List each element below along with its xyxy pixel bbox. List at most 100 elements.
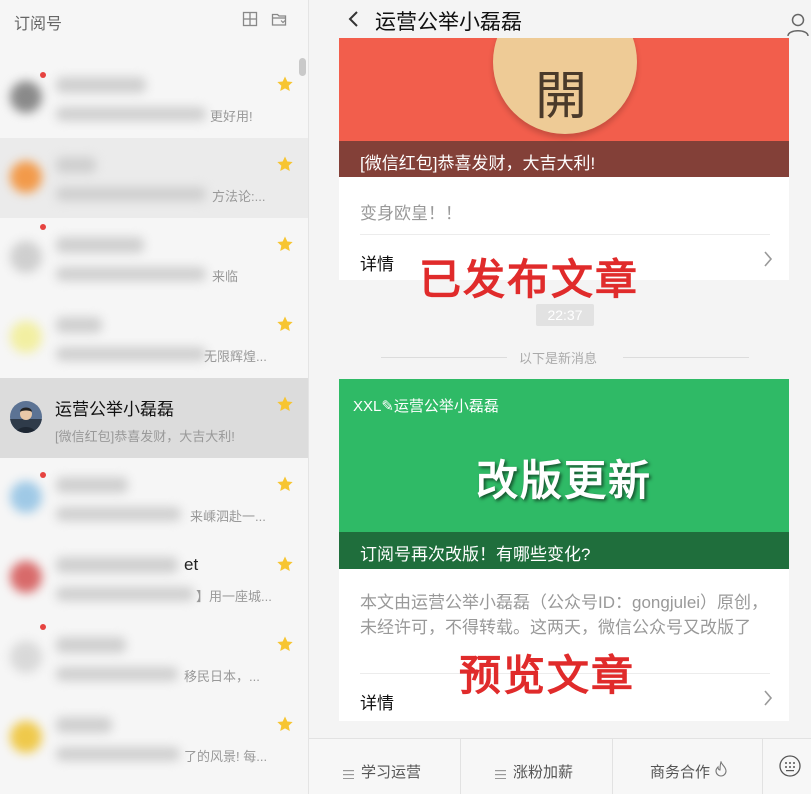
list-item[interactable]: 来临 (0, 218, 308, 298)
unread-dot (40, 72, 46, 78)
star-icon (276, 155, 294, 173)
list-item[interactable]: 方法论:... (0, 138, 308, 218)
unread-dot (40, 224, 46, 230)
blurred-name (56, 477, 128, 493)
divider-line (623, 357, 749, 358)
blurred-preview (56, 667, 178, 681)
chat-panel: 运营公举小磊磊 開 [微信红包]恭喜发财，大吉大利! 变身欧皇！！ 详情 已发布… (309, 0, 811, 794)
list-item[interactable]: 移民日本，... (0, 618, 308, 698)
menu-label: 涨粉加薪 (513, 764, 574, 781)
list-item[interactable]: 了的风景! 每... (0, 698, 308, 778)
list-item[interactable]: et 】用一座城... (0, 538, 308, 618)
menu-lines-icon (343, 766, 354, 780)
sidebar-title: 订阅号 (14, 16, 63, 33)
menu-separator (762, 739, 763, 794)
avatar (10, 481, 42, 513)
bottom-menu-bar: 学习运营 涨粉加薪 商务合作 (309, 738, 811, 794)
new-messages-divider: 以下是新消息 (381, 346, 749, 366)
item-preview: [微信红包]恭喜发财，大吉大利! (55, 429, 235, 444)
item-preview: 】用一座城... (196, 589, 272, 604)
avatar (10, 81, 42, 113)
avatar (10, 641, 42, 673)
blurred-name (56, 77, 146, 93)
blurred-preview (56, 107, 206, 121)
blurred-name (56, 637, 126, 653)
grid-icon[interactable] (242, 11, 258, 27)
menu-label: 学习运营 (361, 764, 422, 781)
menu-lines-icon (495, 766, 506, 780)
star-icon (276, 715, 294, 733)
caption-text: [微信红包]恭喜发财，大吉大利! (360, 154, 596, 173)
article-cover: XXL✎运营公举小磊磊 改版更新 订阅号再次改版！有哪些变化? (339, 379, 789, 569)
new-messages-label: 以下是新消息 (519, 351, 598, 366)
chevron-right-icon[interactable] (763, 250, 773, 268)
article-title-bar: 订阅号再次改版！有哪些变化? (339, 532, 789, 569)
folder-icon[interactable] (271, 11, 287, 27)
blurred-preview (56, 267, 206, 281)
details-link[interactable]: 详情 (360, 689, 394, 714)
item-preview: 无限辉煌... (204, 349, 267, 364)
coin-text: 開 (535, 67, 588, 127)
preview-article-overlay: 预览文章 (459, 651, 636, 700)
back-chevron-icon[interactable] (345, 8, 363, 30)
sidebar-header: 订阅号 (0, 0, 308, 40)
menu-business[interactable]: 商务合作 (613, 739, 763, 794)
star-icon (276, 235, 294, 253)
item-preview: 更好用! (210, 109, 253, 124)
avatar (10, 721, 42, 753)
subscription-list: 更好用! 方法论:... 来临 无限辉煌... 运营公举小磊磊 [微信红包]恭喜… (0, 58, 308, 778)
subscription-sidebar: 订阅号 更好用! 方法论:... 来临 无限辉煌... 运营公举小磊磊 [微信红… (0, 0, 309, 794)
timestamp: 22:37 (536, 304, 594, 326)
cover-headline: 改版更新 (475, 457, 652, 504)
divider-line (381, 357, 507, 358)
star-icon (276, 315, 294, 333)
menu-learn-operations[interactable]: 学习运营 (309, 739, 461, 794)
chat-title: 运营公举小磊磊 (375, 11, 522, 34)
red-packet-card[interactable]: 開 [微信红包]恭喜发财，大吉大利! 变身欧皇！！ 详情 (339, 38, 789, 280)
article-title: 订阅号再次改版！有哪些变化? (360, 545, 591, 564)
star-icon (276, 75, 294, 93)
details-link[interactable]: 详情 (360, 250, 394, 275)
list-item[interactable]: 更好用! (0, 58, 308, 138)
menu-grow-followers[interactable]: 涨粉加薪 (461, 739, 613, 794)
item-preview: 了的风景! 每... (184, 749, 268, 764)
star-icon (276, 635, 294, 653)
blurred-preview (56, 187, 206, 201)
profile-icon[interactable] (787, 12, 809, 38)
star-icon (276, 395, 294, 413)
blurred-preview (56, 507, 181, 521)
banner-caption: [微信红包]恭喜发财，大吉大利! (339, 141, 789, 177)
unread-dot (40, 472, 46, 478)
item-preview: 来临 (212, 269, 239, 284)
card-body: 变身欧皇！！ (360, 204, 462, 223)
divider (360, 234, 770, 235)
star-icon (276, 475, 294, 493)
list-item[interactable]: 来嵊泗赴一... (0, 458, 308, 538)
avatar (10, 241, 42, 273)
item-preview: 方法论:... (212, 189, 266, 204)
avatar (10, 401, 42, 433)
blurred-preview (56, 747, 180, 761)
item-preview: 移民日本，... (184, 669, 260, 684)
chevron-right-icon[interactable] (763, 689, 773, 707)
blurred-name (56, 237, 144, 253)
published-article-overlay: 已发布文章 (419, 255, 640, 304)
list-item-selected[interactable]: 运营公举小磊磊 [微信红包]恭喜发财，大吉大利! (0, 378, 308, 458)
flame-icon (715, 760, 727, 777)
star-icon (276, 555, 294, 573)
avatar (10, 561, 42, 593)
item-name: 运营公举小磊磊 (55, 400, 174, 419)
blurred-preview (56, 347, 206, 361)
cover-brand: XXL✎运营公举小磊磊 (353, 398, 499, 415)
chat-header: 运营公举小磊磊 (309, 0, 811, 38)
unread-dot (40, 624, 46, 630)
list-item[interactable]: 无限辉煌... (0, 298, 308, 378)
blurred-preview (56, 587, 194, 601)
article-summary: 本文由运营公举小磊磊（公众号ID：gongjulei）原创，未经许可，不得转载。… (360, 593, 769, 637)
blurred-name (56, 317, 102, 333)
item-name: et (184, 555, 199, 574)
avatar (10, 161, 42, 193)
keyboard-toggle-icon[interactable] (778, 754, 802, 778)
red-packet-banner: 開 [微信红包]恭喜发财，大吉大利! (339, 38, 789, 177)
item-preview: 来嵊泗赴一... (190, 509, 266, 524)
